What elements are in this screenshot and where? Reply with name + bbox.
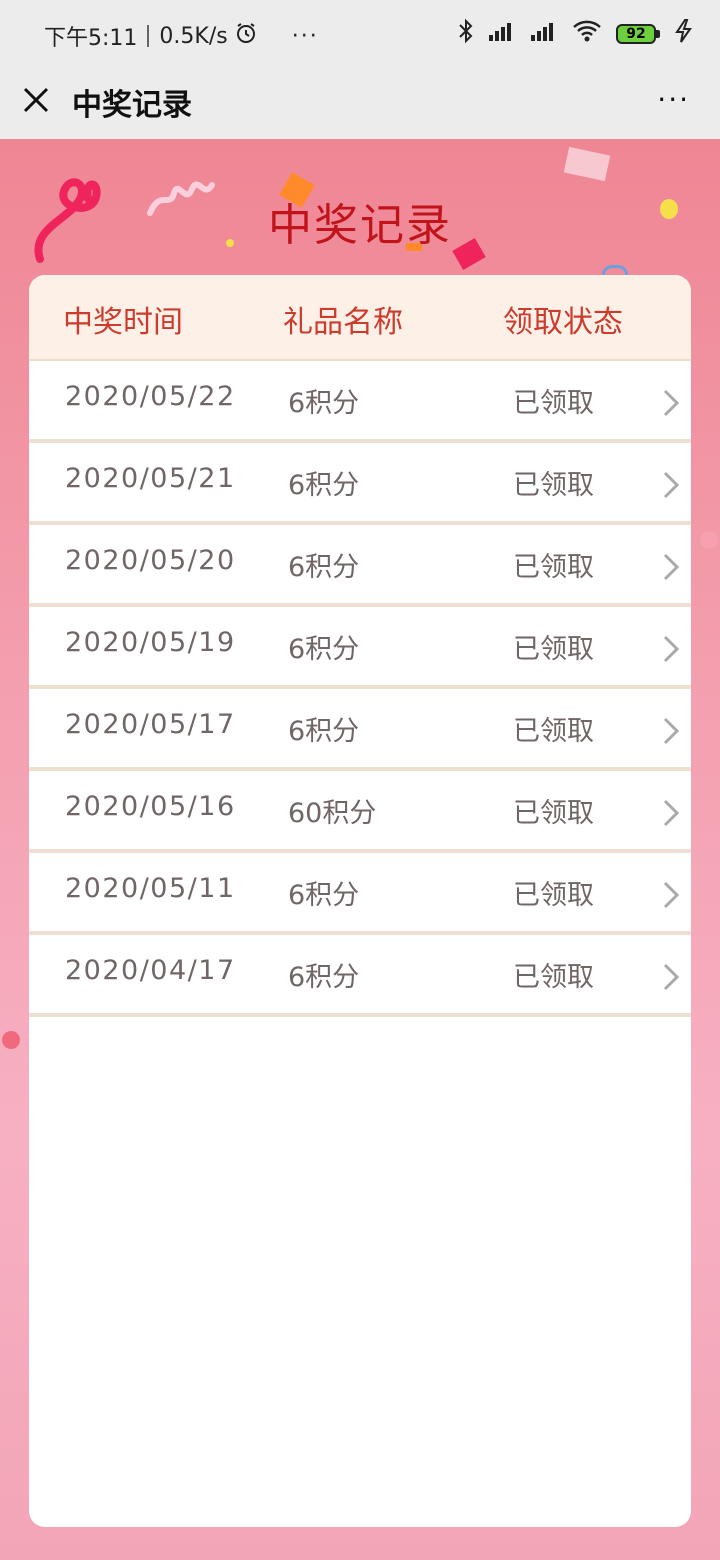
- row-status: 已领取: [513, 388, 594, 419]
- table-row[interactable]: 2020/05/19 6积分 已领取: [29, 607, 691, 689]
- row-date: 2020/04/17: [65, 955, 236, 986]
- row-date: 2020/05/22: [65, 381, 236, 412]
- row-date: 2020/05/21: [65, 463, 236, 494]
- row-date: 2020/05/11: [65, 873, 236, 904]
- row-gift: 6积分: [288, 880, 360, 911]
- row-gift: 6积分: [288, 716, 360, 747]
- header-claim-status: 领取状态: [503, 305, 623, 340]
- row-date: 2020/05/17: [65, 709, 236, 740]
- header-prize-time: 中奖时间: [63, 305, 183, 340]
- table-row[interactable]: 2020/05/17 6积分 已领取: [29, 689, 691, 771]
- signal-icon: [530, 20, 558, 48]
- row-date: 2020/05/19: [65, 627, 236, 658]
- nav-title: 中奖记录: [72, 88, 192, 123]
- row-gift: 6积分: [288, 388, 360, 419]
- row-status: 已领取: [513, 634, 594, 665]
- confetti-piece: [700, 531, 718, 549]
- chevron-right-icon: [659, 715, 683, 747]
- row-gift: 6积分: [288, 552, 360, 583]
- row-date: 2020/05/20: [65, 545, 236, 576]
- more-icon[interactable]: ···: [657, 86, 690, 114]
- row-gift: 60积分: [288, 798, 377, 829]
- table-header: 中奖时间 礼品名称 领取状态: [29, 275, 691, 361]
- table-row[interactable]: 2020/05/16 60积分 已领取: [29, 771, 691, 853]
- row-status: 已领取: [513, 552, 594, 583]
- status-divider: [147, 25, 150, 47]
- row-status: 已领取: [513, 470, 594, 501]
- nav-bar: 中奖记录 ···: [0, 68, 720, 139]
- header-gift-name: 礼品名称: [283, 305, 403, 340]
- table-row[interactable]: 2020/05/21 6积分 已领取: [29, 443, 691, 525]
- alarm-icon: [234, 21, 258, 51]
- status-left: 下午5:11 0.5K/s ···: [44, 20, 319, 52]
- status-more-dots: ···: [291, 23, 319, 49]
- row-date: 2020/05/16: [65, 791, 236, 822]
- network-speed: 0.5K/s: [159, 23, 228, 49]
- prize-record-card: 中奖时间 礼品名称 领取状态 2020/05/22 6积分 已领取 2020/0…: [29, 275, 691, 1527]
- signal-icon: [488, 20, 516, 48]
- row-status: 已领取: [513, 798, 594, 829]
- page-background: 中奖记录 中奖时间 礼品名称 领取状态 2020/05/22 6积分 已领取 2…: [0, 139, 720, 1560]
- status-time: 下午5:11: [44, 26, 138, 51]
- chevron-right-icon: [659, 879, 683, 911]
- row-gift: 6积分: [288, 962, 360, 993]
- chevron-right-icon: [659, 387, 683, 419]
- chevron-right-icon: [659, 961, 683, 993]
- confetti-piece: [563, 146, 611, 182]
- row-gift: 6积分: [288, 470, 360, 501]
- row-status: 已领取: [513, 880, 594, 911]
- chevron-right-icon: [659, 469, 683, 501]
- row-status: 已领取: [513, 962, 594, 993]
- close-icon[interactable]: [20, 84, 52, 116]
- battery-level: 92: [616, 24, 656, 44]
- row-status: 已领取: [513, 716, 594, 747]
- table-row[interactable]: 2020/05/11 6积分 已领取: [29, 853, 691, 935]
- battery-icon: 92: [616, 24, 660, 44]
- row-gift: 6积分: [288, 634, 360, 665]
- chevron-right-icon: [659, 551, 683, 583]
- confetti-piece: [2, 1031, 20, 1049]
- table-row[interactable]: 2020/04/17 6积分 已领取: [29, 935, 691, 1017]
- table-row[interactable]: 2020/05/22 6积分 已领取: [29, 361, 691, 443]
- chevron-right-icon: [659, 797, 683, 829]
- wifi-icon: [572, 19, 602, 49]
- battery-tip: [656, 30, 660, 38]
- bluetooth-icon: [458, 18, 474, 50]
- charging-icon: [674, 19, 694, 49]
- table-row[interactable]: 2020/05/20 6积分 已领取: [29, 525, 691, 607]
- status-right: 92: [458, 18, 694, 50]
- status-bar: 下午5:11 0.5K/s ··· 92: [0, 0, 720, 68]
- chevron-right-icon: [659, 633, 683, 665]
- page-title: 中奖记录: [268, 200, 452, 251]
